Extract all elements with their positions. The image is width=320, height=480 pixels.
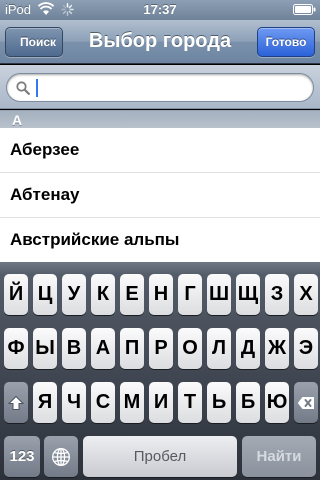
key[interactable]: Ь xyxy=(207,382,231,423)
back-button[interactable]: Поиск xyxy=(5,27,63,57)
space-key[interactable]: Пробел xyxy=(83,436,237,477)
key[interactable]: З xyxy=(265,274,289,315)
navigation-bar: Поиск Выбор города Готово xyxy=(0,20,320,64)
key[interactable]: Э xyxy=(294,328,318,369)
key[interactable]: М xyxy=(120,382,144,423)
key[interactable]: Ф xyxy=(4,328,28,369)
page-title: Выбор города xyxy=(88,30,232,52)
key[interactable]: Ж xyxy=(265,328,289,369)
city-list: А Аберзее Абтенау Австрийские альпы xyxy=(0,110,320,262)
key[interactable]: Ч xyxy=(62,382,86,423)
key[interactable]: С xyxy=(91,382,115,423)
key[interactable]: Ы xyxy=(33,328,57,369)
status-bar: iPod 17:37 xyxy=(0,0,320,20)
section-header: А xyxy=(0,110,320,128)
shift-icon xyxy=(8,395,24,410)
list-item[interactable]: Абтенау xyxy=(0,173,320,218)
key[interactable]: Щ xyxy=(236,274,260,315)
key[interactable]: Й xyxy=(4,274,28,315)
key[interactable]: Я xyxy=(33,382,57,423)
key[interactable]: Ц xyxy=(33,274,57,315)
clock: 17:37 xyxy=(143,2,177,17)
key[interactable]: У xyxy=(62,274,86,315)
text-cursor xyxy=(36,79,38,97)
key[interactable]: Д xyxy=(236,328,260,369)
search-field[interactable] xyxy=(6,73,314,102)
search-input[interactable] xyxy=(33,78,303,98)
globe-key[interactable] xyxy=(44,436,78,477)
search-key[interactable]: Найти xyxy=(242,436,316,477)
battery-icon xyxy=(293,4,316,15)
key[interactable]: Ш xyxy=(207,274,231,315)
key[interactable]: Р xyxy=(149,328,173,369)
key[interactable]: Е xyxy=(120,274,144,315)
key[interactable]: Т xyxy=(178,382,202,423)
globe-icon xyxy=(52,447,70,466)
backspace-icon xyxy=(297,396,314,409)
key[interactable]: К xyxy=(91,274,115,315)
key[interactable]: Ю xyxy=(265,382,289,423)
list-item[interactable]: Аберзее xyxy=(0,128,320,173)
search-icon xyxy=(16,81,30,95)
key[interactable]: Г xyxy=(178,274,202,315)
key[interactable]: Н xyxy=(149,274,173,315)
key[interactable]: И xyxy=(149,382,173,423)
done-button[interactable]: Готово xyxy=(257,27,315,57)
key[interactable]: А xyxy=(91,328,115,369)
key[interactable]: Л xyxy=(207,328,231,369)
delete-key[interactable] xyxy=(294,382,318,423)
back-button-label: Поиск xyxy=(19,35,56,49)
key[interactable]: Х xyxy=(294,274,318,315)
key[interactable]: П xyxy=(120,328,144,369)
key[interactable]: В xyxy=(62,328,86,369)
done-button-label: Готово xyxy=(265,35,307,49)
search-bar xyxy=(0,65,320,109)
list-item[interactable]: Австрийские альпы xyxy=(0,218,320,262)
numbers-key[interactable]: 123 xyxy=(4,436,40,477)
keyboard: Й Ц У К Е Н Г Ш Щ З Х Ф Ы В А П Р О Л Д … xyxy=(0,262,320,480)
shift-key[interactable] xyxy=(4,382,28,423)
key[interactable]: О xyxy=(178,328,202,369)
key[interactable]: Б xyxy=(236,382,260,423)
